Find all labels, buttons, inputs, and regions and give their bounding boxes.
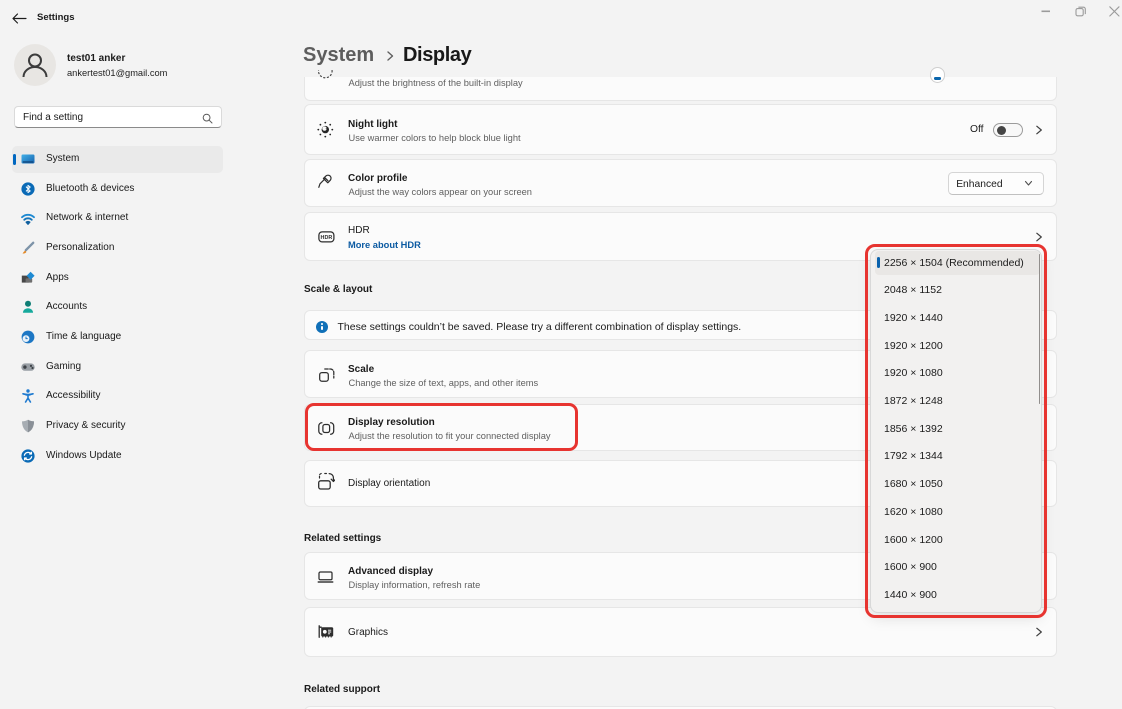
svg-text:HDR: HDR [320, 235, 332, 241]
